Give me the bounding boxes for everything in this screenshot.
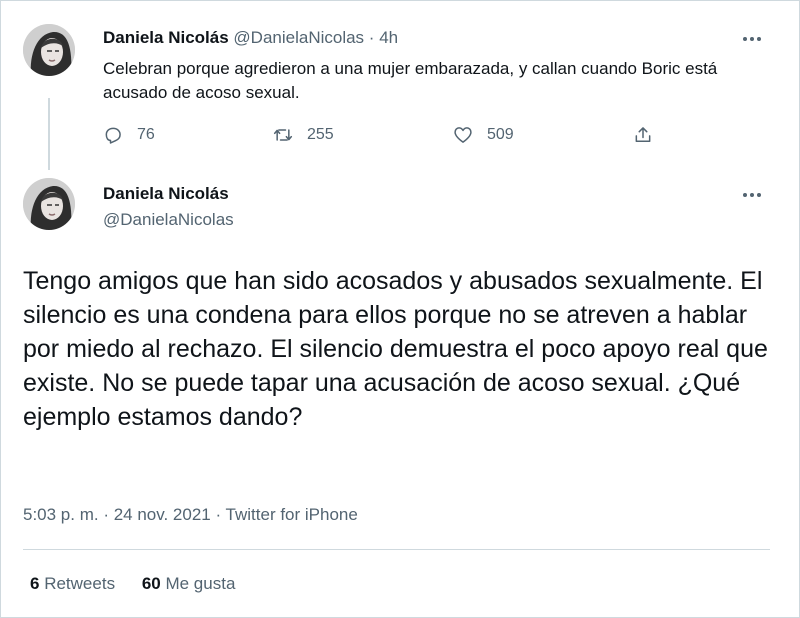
- reply-count: 76: [137, 126, 155, 143]
- retweet-count: 255: [307, 126, 334, 143]
- share-icon: [635, 127, 651, 142]
- tweet-stats: 6 Retweets 60 Me gusta: [30, 574, 257, 594]
- more-icon[interactable]: [743, 34, 765, 44]
- like-count: 509: [487, 126, 514, 143]
- more-icon[interactable]: [743, 190, 765, 200]
- tweet-actions: 76 255 509: [103, 122, 663, 148]
- likes-stat[interactable]: 60 Me gusta: [142, 574, 236, 593]
- author-handle[interactable]: @DanielaNicolas: [103, 210, 234, 230]
- separator: ·: [368, 28, 375, 47]
- tweet-time[interactable]: 4h: [379, 28, 398, 47]
- tweet-text: Celebran porque agredieron a una mujer e…: [103, 59, 718, 102]
- avatar[interactable]: [23, 24, 75, 76]
- tweet-text: Tengo amigos que han sido acosados y abu…: [23, 267, 768, 431]
- author-name[interactable]: Daniela Nicolás: [103, 28, 229, 47]
- retweets-label: Retweets: [44, 574, 116, 593]
- tweet-meta[interactable]: 5:03 p. m. · 24 nov. 2021 · Twitter for …: [23, 505, 358, 525]
- retweet-icon: [273, 129, 293, 141]
- divider: [23, 549, 770, 550]
- retweets-stat[interactable]: 6 Retweets: [30, 574, 115, 593]
- likes-label: Me gusta: [165, 574, 236, 593]
- author-name[interactable]: Daniela Nicolás: [103, 184, 229, 204]
- retweets-count: 6: [30, 574, 40, 593]
- thread-line: [48, 98, 50, 170]
- avatar[interactable]: [23, 178, 75, 230]
- likes-count: 60: [141, 574, 161, 593]
- like-button[interactable]: 509: [453, 122, 514, 148]
- share-button[interactable]: [633, 122, 653, 148]
- tweet-header: Daniela Nicolás @DanielaNicolas · 4h: [103, 28, 398, 48]
- reply-button[interactable]: 76: [103, 122, 155, 148]
- author-handle[interactable]: @DanielaNicolas: [233, 28, 364, 47]
- retweet-button[interactable]: 255: [273, 122, 334, 148]
- like-icon: [454, 127, 472, 143]
- reply-icon: [105, 127, 121, 144]
